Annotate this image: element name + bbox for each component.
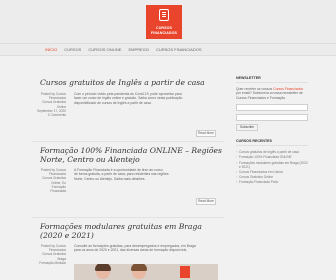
logo-line-2: FINANCIADOS (150, 31, 178, 35)
nav-item-emprego[interactable]: EMPREGO (128, 46, 148, 54)
post-excerpt: Com o período vivido pela pandemia do Co… (74, 92, 218, 105)
logo-line-1: CURSOS (156, 26, 172, 30)
meta-category-4[interactable]: Financiada (32, 189, 66, 193)
recent-course-link[interactable]: Cursos gratuitos de Inglês a partir de c… (236, 150, 308, 154)
post-item: Cursos gratuitos de Inglês a partir de c… (32, 76, 224, 142)
document-icon (159, 9, 169, 21)
post-meta: Posted by Cursos Financiados Cursos Grat… (32, 244, 66, 265)
meta-comments[interactable]: 0 Comments (32, 113, 66, 117)
post-item: Formação 100% Financiada ONLINE – Regiõe… (32, 142, 224, 218)
newsletter-text: Quer receber os nossos Cursos Financiado… (236, 87, 308, 100)
post-meta: Posted by Cursos Financiados Cursos Grat… (32, 168, 66, 193)
post-thumbnail[interactable] (74, 264, 218, 280)
recent-course-link[interactable]: Formações modulares gratuitas em Braga (… (236, 161, 308, 169)
post-title[interactable]: Formações modulares gratuitas em Braga (… (40, 222, 224, 240)
read-more-button[interactable]: Read More (196, 130, 216, 137)
nav-item-inicio[interactable]: INÍCIO (45, 46, 57, 54)
subscribe-button[interactable]: Subscribe (236, 124, 258, 132)
recent-course-link[interactable]: Formação 100% Financiada ONLINE (236, 155, 308, 159)
newsletter-text-part: Quer receber os nossos (236, 87, 273, 91)
person-hair (131, 264, 147, 271)
recent-courses-heading: Cursos Recentes (236, 139, 308, 147)
recent-course-link[interactable]: Formação Financiada Porto (236, 180, 308, 184)
recent-course-link[interactable]: Cursos Gratuitos Online (236, 175, 308, 179)
newsletter-text-part: por email? Subscreva a nossa newsletter … (236, 91, 303, 100)
sidebar: NEWSLETTER Quer receber os nossos Cursos… (236, 76, 308, 186)
post-excerpt: Consulte as formações gratuitas, para de… (74, 244, 218, 253)
email-field[interactable] (236, 104, 308, 112)
nav-item-cursos-online[interactable]: CURSOS ONLINE (88, 46, 121, 54)
newsletter-highlight: Cursos Financiados (273, 87, 304, 91)
post-title[interactable]: Formação 100% Financiada ONLINE – Regiõe… (40, 146, 224, 164)
recent-courses-list: Cursos gratuitos de Inglês a partir de c… (236, 150, 308, 185)
nav-item-cursos[interactable]: CURSOS (64, 46, 81, 54)
read-more-button[interactable]: Read More (196, 198, 216, 205)
excerpt-line: Norte, Centro ou Alentejo. Saiba mais de… (74, 176, 146, 181)
person-hair (95, 264, 111, 271)
post-list: Cursos gratuitos de Inglês a partir de c… (32, 76, 224, 280)
logo-badge (180, 266, 190, 278)
page: CURSOS FINANCIADOS INÍCIO CURSOS CURSOS … (0, 0, 336, 280)
main-content: Cursos gratuitos de Inglês a partir de c… (0, 56, 336, 280)
post-excerpt: A Formação Financiada é a oportunidade d… (74, 168, 218, 181)
recent-course-link[interactable]: Cursos Financiados em Lisboa (236, 170, 308, 174)
post-meta: Posted by Cursos Financiados Cursos Grat… (32, 92, 66, 117)
post-title[interactable]: Cursos gratuitos de Inglês a partir de c… (40, 78, 224, 87)
nav-item-cursos-financiados[interactable]: CURSOS FINANCIADOS (156, 46, 202, 54)
excerpt-line: disponibilizado de cursos de Inglês a pa… (74, 100, 151, 105)
excerpt-line: para os anos de 2020 e 2021, das diversa… (74, 248, 188, 253)
meta-category-3[interactable]: Formação Modular (32, 261, 66, 265)
newsletter-heading: NEWSLETTER (236, 76, 308, 83)
main-nav: INÍCIO CURSOS CURSOS ONLINE EMPREGO CURS… (0, 43, 336, 56)
post-item: Formações modulares gratuitas em Braga (… (32, 218, 224, 280)
site-logo[interactable]: CURSOS FINANCIADOS (146, 5, 182, 39)
name-field[interactable] (236, 114, 308, 122)
